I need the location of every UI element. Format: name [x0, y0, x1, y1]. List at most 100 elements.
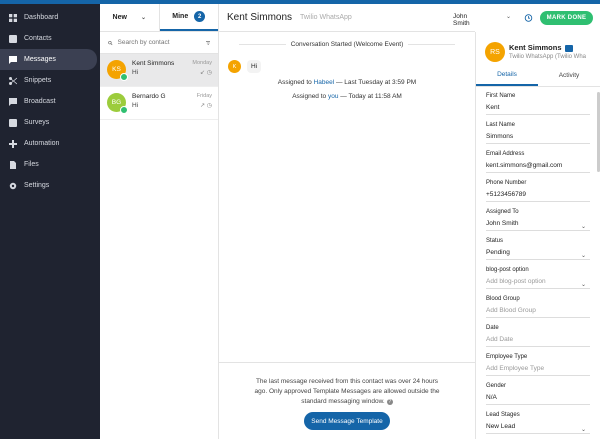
tab-mine-label: Mine — [172, 13, 189, 20]
sidebar-item-label: Files — [24, 161, 39, 168]
conversation-item-bernardo[interactable]: BG Bernardo G Hi Friday ↗ ◷ — [100, 87, 218, 120]
chat-footer: The last message received from this cont… — [219, 362, 475, 439]
conversation-started-text: Conversation Started (Welcome Event) — [285, 41, 409, 48]
assignment-event: Assigned to Habeel — Last Tuesday at 3:5… — [219, 79, 475, 86]
sidebar-item-label: Contacts — [24, 35, 52, 42]
assignee-link[interactable]: you — [328, 93, 338, 100]
chevron-down-icon[interactable]: ⌄ — [506, 13, 511, 20]
avatar-initials: KS — [112, 66, 121, 73]
field-value[interactable]: Pending — [486, 249, 590, 260]
assignee-link[interactable]: Habeel — [314, 79, 335, 86]
filter-icon[interactable] — [205, 39, 211, 47]
sidebar-item-label: Dashboard — [24, 14, 59, 21]
message-text: Hi — [247, 60, 262, 73]
sidebar-item-messages[interactable]: Messages — [0, 49, 97, 70]
tab-activity[interactable]: Activity — [538, 65, 600, 86]
field-label: Date — [486, 325, 499, 331]
field-label: Lead Stages — [486, 412, 520, 418]
whatsapp-icon — [120, 106, 128, 114]
sidebar-item-files[interactable]: Files — [0, 154, 100, 175]
reply-arrow-icon: ↙ — [200, 70, 206, 76]
field-label: Employee Type — [486, 354, 528, 360]
contact-name-text: Kent Simmons — [509, 43, 562, 52]
field-date[interactable]: Date Add Date — [476, 319, 600, 348]
field-gender[interactable]: Gender N/A — [476, 377, 600, 406]
field-placeholder[interactable]: Add blog-post option — [486, 278, 590, 289]
field-label: Status — [486, 238, 504, 244]
sidebar-item-label: Snippets — [24, 77, 52, 84]
sidebar-item-snippets[interactable]: Snippets — [0, 70, 100, 91]
field-value[interactable]: Simmons — [486, 133, 590, 144]
field-value[interactable]: N/A — [486, 394, 590, 405]
sidebar-item-broadcast[interactable]: Broadcast — [0, 91, 100, 112]
sidebar-item-settings[interactable]: Settings — [0, 175, 100, 196]
conversation-preview: Hi — [132, 102, 139, 109]
field-value[interactable]: kent.simmons@gmail.com — [486, 162, 590, 173]
help-icon[interactable]: ? — [386, 399, 393, 405]
field-placeholder[interactable]: Add Date — [486, 336, 590, 347]
chat-channel: Twilio WhatsApp — [300, 14, 352, 21]
field-status[interactable]: Status Pending ⌄ — [476, 232, 600, 261]
contacts-icon — [9, 34, 17, 43]
flag-icon — [564, 44, 573, 52]
sidebar-item-automation[interactable]: Automation — [0, 133, 100, 154]
conversation-item-kent[interactable]: KS Kent Simmons Hi Monday ↙ ◷ — [100, 54, 218, 87]
tab-details[interactable]: Details — [476, 65, 538, 86]
sidebar-item-dashboard[interactable]: Dashboard — [0, 7, 100, 28]
field-label: blog-post option — [486, 267, 529, 273]
field-phone[interactable]: Phone Number +5123456789 — [476, 174, 600, 203]
field-employee-type[interactable]: Employee Type Add Employee Type — [476, 348, 600, 377]
send-template-button[interactable]: Send Message Template — [304, 412, 390, 430]
avatar: KS — [107, 60, 128, 81]
mine-count-badge: 2 — [194, 11, 206, 22]
chevron-down-icon[interactable]: ⌄ — [581, 223, 586, 230]
clock-icon: ◷ — [206, 70, 212, 76]
search-input[interactable] — [117, 39, 206, 46]
avatar: BG — [107, 93, 128, 114]
field-value[interactable]: +5123456789 — [486, 191, 590, 202]
chevron-down-icon: ⌄ — [140, 15, 146, 21]
chevron-down-icon[interactable]: ⌄ — [581, 426, 586, 433]
template-notice-text: The last message received from this cont… — [254, 378, 440, 405]
sidebar-item-label: Broadcast — [24, 98, 56, 105]
assignment-prefix: Assigned to — [292, 93, 327, 100]
field-value[interactable]: Kent — [486, 104, 590, 115]
file-icon — [9, 160, 17, 169]
mark-done-button[interactable]: MARK DONE — [540, 11, 593, 25]
field-first-name[interactable]: First Name Kent — [476, 87, 600, 116]
sidebar-item-contacts[interactable]: Contacts — [0, 28, 100, 49]
sidebar: Dashboard Contacts Messages Snippets Bro… — [0, 4, 100, 439]
sidebar-item-label: Messages — [24, 56, 56, 63]
messages-icon — [9, 55, 17, 64]
field-label: Gender — [486, 383, 507, 389]
message-row: K Hi — [228, 60, 262, 73]
field-value[interactable]: John Smith — [486, 220, 590, 231]
field-assigned-to[interactable]: Assigned To John Smith ⌄ — [476, 203, 600, 232]
chevron-down-icon[interactable]: ⌄ — [581, 281, 586, 288]
field-lead-stages[interactable]: Lead Stages New Lead ⌄ — [476, 406, 600, 435]
tab-new[interactable]: New ⌄ — [100, 4, 160, 31]
conversation-list: New ⌄ Mine 2 KS Kent Simmons Hi Monday ↙… — [100, 4, 219, 439]
field-label: Email Address — [486, 151, 525, 157]
sidebar-item-label: Automation — [24, 140, 60, 147]
field-blood-group[interactable]: Blood Group Add Blood Group — [476, 290, 600, 319]
alarm-clock-icon[interactable] — [524, 13, 533, 22]
field-label: Assigned To — [486, 209, 519, 215]
avatar: RS — [485, 42, 505, 62]
field-label: Blood Group — [486, 296, 520, 302]
tab-new-label: New — [112, 14, 127, 21]
field-email[interactable]: Email Address kent.simmons@gmail.com — [476, 145, 600, 174]
field-value[interactable]: New Lead — [486, 423, 590, 434]
field-placeholder[interactable]: Add Employee Type — [486, 365, 590, 376]
chat-title: Kent Simmons — [227, 12, 293, 23]
clock-icon: ◷ — [206, 103, 212, 109]
field-last-name[interactable]: Last Name Simmons — [476, 116, 600, 145]
tab-mine[interactable]: Mine 2 — [159, 4, 218, 31]
field-blog-post-option[interactable]: blog-post option Add blog-post option ⌄ — [476, 261, 600, 290]
assignment-prefix: Assigned to — [277, 79, 312, 86]
sidebar-item-surveys[interactable]: Surveys — [0, 112, 100, 133]
template-notice: The last message received from this cont… — [249, 377, 445, 407]
field-placeholder[interactable]: Add Blood Group — [486, 307, 590, 318]
chevron-down-icon[interactable]: ⌄ — [581, 252, 586, 259]
assignee-select[interactable]: John Smith — [453, 13, 475, 27]
